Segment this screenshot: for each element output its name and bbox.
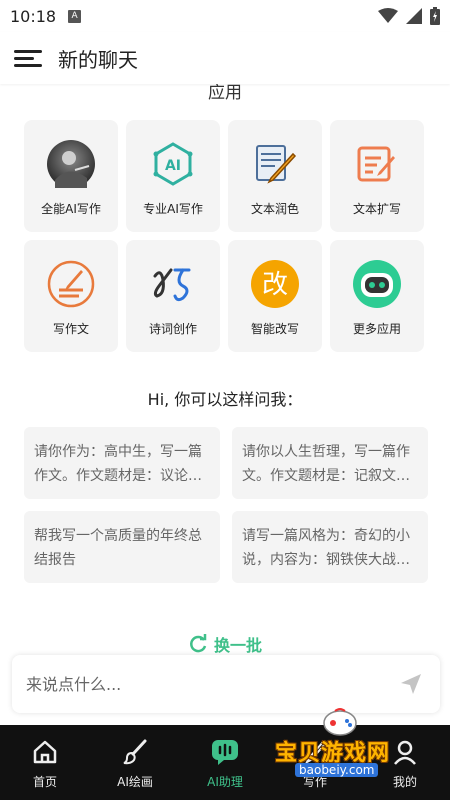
app-tile-all-ai-writing[interactable]: 全能AI写作 (24, 120, 118, 232)
tab-writing[interactable]: 写作 (270, 725, 360, 800)
send-button[interactable] (396, 669, 426, 699)
app-tile-text-polish[interactable]: 文本润色 (228, 120, 322, 232)
bottom-tab-bar: 首页 AI绘画 AI助理 写作 我的 (0, 725, 450, 800)
app-bar: 新的聊天 (0, 32, 450, 84)
tab-label: 写作 (302, 775, 327, 789)
tab-label: 首页 (32, 775, 57, 789)
prompt-text: 请写一篇风格为：奇幻的小说，内容为：钢铁侠大战灭霸 (242, 528, 410, 568)
refresh-icon (190, 634, 207, 653)
app-label: 文本扩写 (352, 202, 401, 216)
paper-pencil-icon (251, 140, 299, 188)
write-icon (300, 737, 330, 767)
prompt-card[interactable]: 请你以人生哲理，写一篇作文。作文题材是：记叙文，作文要求： (232, 427, 428, 499)
status-time: 10:18 (10, 6, 57, 26)
poetry-icon (149, 260, 197, 308)
tab-ai-painting[interactable]: AI绘画 (90, 725, 180, 800)
tab-profile[interactable]: 我的 (360, 725, 450, 800)
app-tile-smart-rewrite[interactable]: 改 智能改写 (228, 240, 322, 352)
ai-portrait-icon (47, 140, 95, 188)
chat-bubble-icon (210, 737, 240, 767)
svg-text:AI: AI (165, 158, 181, 174)
prompt-card[interactable]: 请写一篇风格为：奇幻的小说，内容为：钢铁侠大战灭霸 (232, 511, 428, 583)
refresh-button[interactable]: 换一批 (0, 632, 450, 656)
prompt-heading: Hi, 你可以这样问我： (147, 390, 303, 409)
chat-input[interactable] (26, 674, 396, 694)
edit-doc-icon (353, 140, 401, 188)
prompt-card[interactable]: 帮我写一个高质量的年终总结报告 (24, 511, 220, 583)
prompt-text: 请你作为：高中生，写一篇作文。作文题材是：议论文，作文要求： (34, 444, 202, 484)
status-icons (378, 7, 440, 25)
robot-icon (353, 260, 401, 308)
refresh-label: 换一批 (213, 636, 262, 655)
app-tile-text-expand[interactable]: 文本扩写 (330, 120, 424, 232)
app-tile-more-apps[interactable]: 更多应用 (330, 240, 424, 352)
send-icon (401, 674, 421, 694)
signal-icon (406, 8, 422, 24)
app-label: 诗词创作 (148, 322, 197, 336)
tab-label: AI绘画 (117, 775, 153, 789)
brush-icon (120, 737, 150, 767)
app-label: 专业AI写作 (143, 202, 203, 216)
battery-icon (430, 7, 440, 25)
app-label: 文本润色 (250, 202, 299, 216)
home-icon (30, 737, 60, 767)
notification-icon: A (68, 9, 82, 23)
status-bar: 10:18 A (0, 0, 450, 32)
svg-text:改: 改 (262, 270, 288, 300)
prompt-text: 请你以人生哲理，写一篇作文。作文题材是：记叙文，作文要求： (242, 444, 410, 484)
app-tile-poetry[interactable]: 诗词创作 (126, 240, 220, 352)
menu-icon[interactable] (14, 44, 42, 72)
prompt-suggestions: 请你作为：高中生，写一篇作文。作文题材是：议论文，作文要求： 请你以人生哲理，写… (24, 427, 428, 583)
rewrite-icon: 改 (251, 260, 299, 308)
app-label: 写作文 (52, 322, 89, 336)
tab-label: 我的 (392, 775, 417, 789)
tab-home[interactable]: 首页 (0, 725, 90, 800)
app-grid: 全能AI写作 AI 专业AI写作 文本润色 文本扩写 写作文 诗词创作 改 智能 (24, 120, 428, 352)
page-title: 新的聊天 (58, 47, 138, 72)
tab-ai-assistant[interactable]: AI助理 (180, 725, 270, 800)
app-label: 更多应用 (352, 322, 401, 336)
tab-label: AI助理 (207, 775, 243, 789)
wifi-icon (378, 8, 398, 23)
prompt-text: 帮我写一个高质量的年终总结报告 (34, 528, 202, 568)
app-tile-pro-ai-writing[interactable]: AI 专业AI写作 (126, 120, 220, 232)
app-label: 全能AI写作 (41, 202, 101, 216)
prompt-card[interactable]: 请你作为：高中生，写一篇作文。作文题材是：议论文，作文要求： (24, 427, 220, 499)
app-label: 智能改写 (250, 322, 299, 336)
profile-icon (390, 737, 420, 767)
ai-hexagon-icon: AI (149, 140, 197, 188)
write-essay-icon (47, 260, 95, 308)
chat-input-bar (12, 655, 440, 713)
app-tile-write-essay[interactable]: 写作文 (24, 240, 118, 352)
